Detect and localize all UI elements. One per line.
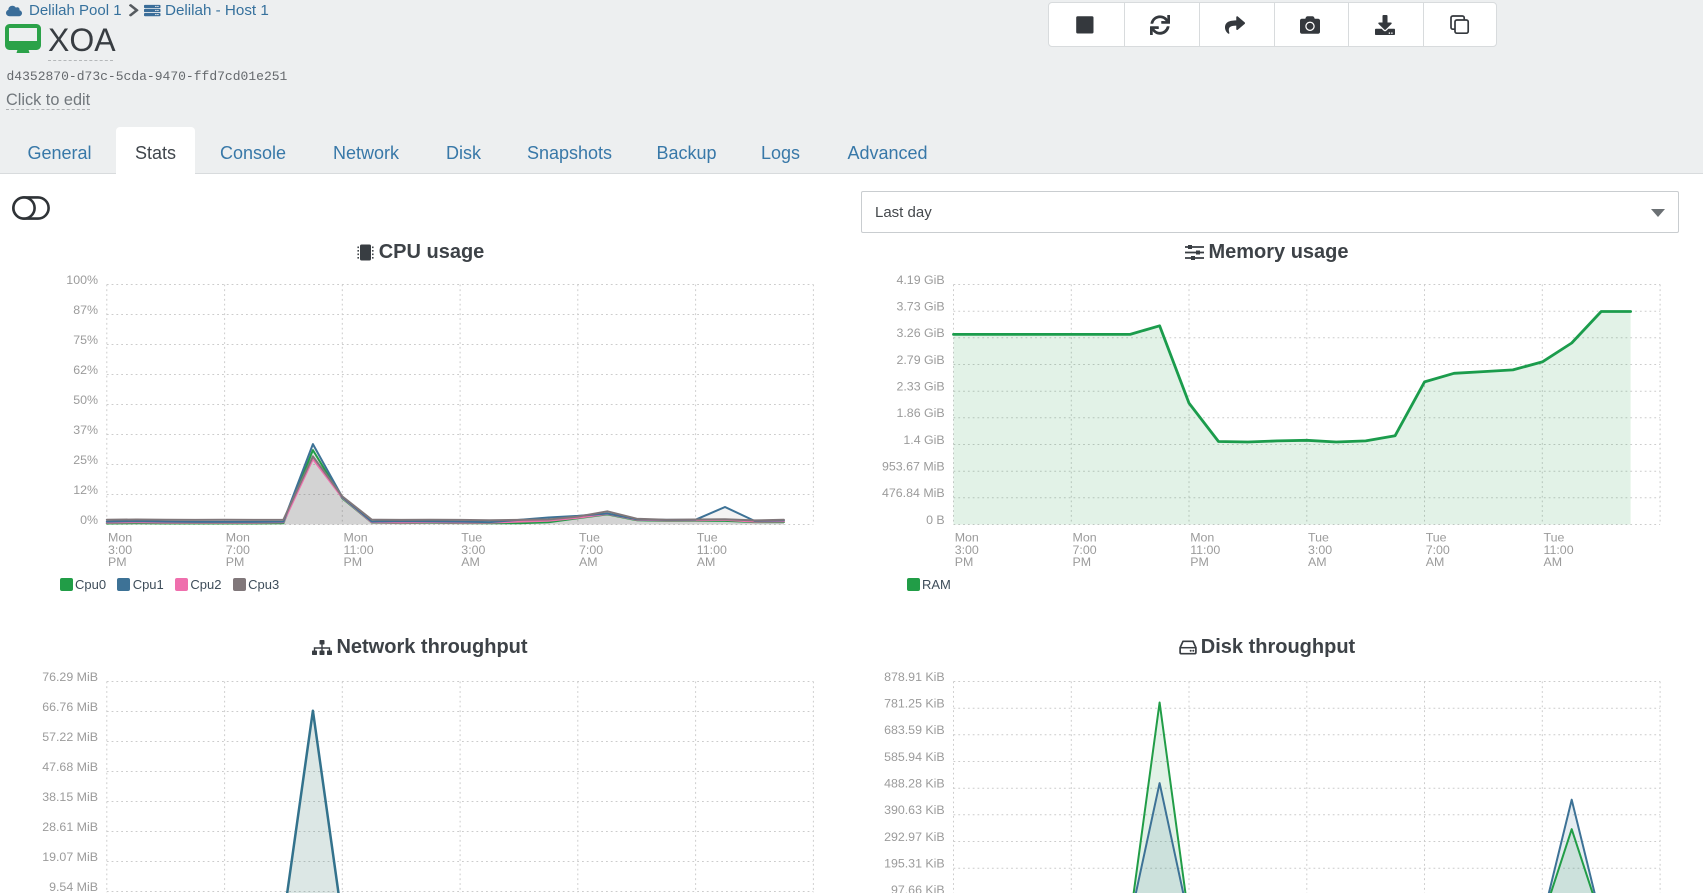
svg-text:100%: 100% [66,273,98,287]
svg-text:37%: 37% [73,423,98,437]
svg-text:Tue3:00AM: Tue 3:00 AM [1308,531,1332,570]
svg-text:Mon7:00PM: Mon 7:00 PM [1073,531,1097,570]
svg-text:488.28 KiB: 488.28 KiB [884,777,945,791]
svg-text:28.61 MiB: 28.61 MiB [42,820,98,834]
svg-text:97.66 KiB: 97.66 KiB [891,883,945,893]
svg-text:0%: 0% [80,513,98,527]
svg-text:195.31 KiB: 195.31 KiB [884,857,945,871]
svg-text:19.07 MiB: 19.07 MiB [42,850,98,864]
svg-text:Mon3:00PM: Mon 3:00 PM [108,531,132,570]
svg-text:25%: 25% [73,453,98,467]
svg-text:2.79 GiB: 2.79 GiB [896,353,944,367]
svg-text:4.19 GiB: 4.19 GiB [896,273,944,287]
svg-text:76.29 MiB: 76.29 MiB [42,670,98,684]
svg-text:12%: 12% [73,483,98,497]
svg-text:Mon7:00PM: Mon 7:00 PM [226,531,250,570]
svg-text:3.73 GiB: 3.73 GiB [896,300,944,314]
svg-text:390.63 KiB: 390.63 KiB [884,803,945,817]
svg-text:585.94 KiB: 585.94 KiB [884,750,945,764]
svg-text:62%: 62% [73,363,98,377]
svg-text:683.59 KiB: 683.59 KiB [884,723,945,737]
svg-text:Mon3:00PM: Mon 3:00 PM [955,531,979,570]
svg-text:1.86 GiB: 1.86 GiB [896,406,944,420]
svg-text:66.76 MiB: 66.76 MiB [42,700,98,714]
svg-text:0 B: 0 B [926,513,945,527]
svg-text:Tue11:00AM: Tue 11:00 AM [697,531,727,570]
svg-text:Tue11:00AM: Tue 11:00 AM [1544,531,1574,570]
svg-text:2.33 GiB: 2.33 GiB [896,380,944,394]
svg-text:57.22 MiB: 57.22 MiB [42,730,98,744]
svg-text:Mon11:00PM: Mon 11:00 PM [1190,531,1220,570]
svg-text:476.84 MiB: 476.84 MiB [882,486,945,500]
svg-text:50%: 50% [73,393,98,407]
svg-text:47.68 MiB: 47.68 MiB [42,760,98,774]
svg-text:Mon11:00PM: Mon 11:00 PM [344,531,374,570]
svg-text:Tue7:00AM: Tue 7:00 AM [1426,531,1450,570]
svg-text:292.97 KiB: 292.97 KiB [884,830,945,844]
svg-text:953.67 MiB: 953.67 MiB [882,460,945,474]
svg-text:781.25 KiB: 781.25 KiB [884,697,945,711]
svg-text:3.26 GiB: 3.26 GiB [896,326,944,340]
svg-text:1.4 GiB: 1.4 GiB [903,433,944,447]
svg-text:9.54 MiB: 9.54 MiB [49,880,98,893]
svg-text:87%: 87% [73,303,98,317]
svg-text:Tue7:00AM: Tue 7:00 AM [579,531,603,570]
svg-text:878.91 KiB: 878.91 KiB [884,670,945,684]
svg-text:Tue3:00AM: Tue 3:00 AM [461,531,485,570]
svg-text:38.15 MiB: 38.15 MiB [42,790,98,804]
svg-text:75%: 75% [73,333,98,347]
